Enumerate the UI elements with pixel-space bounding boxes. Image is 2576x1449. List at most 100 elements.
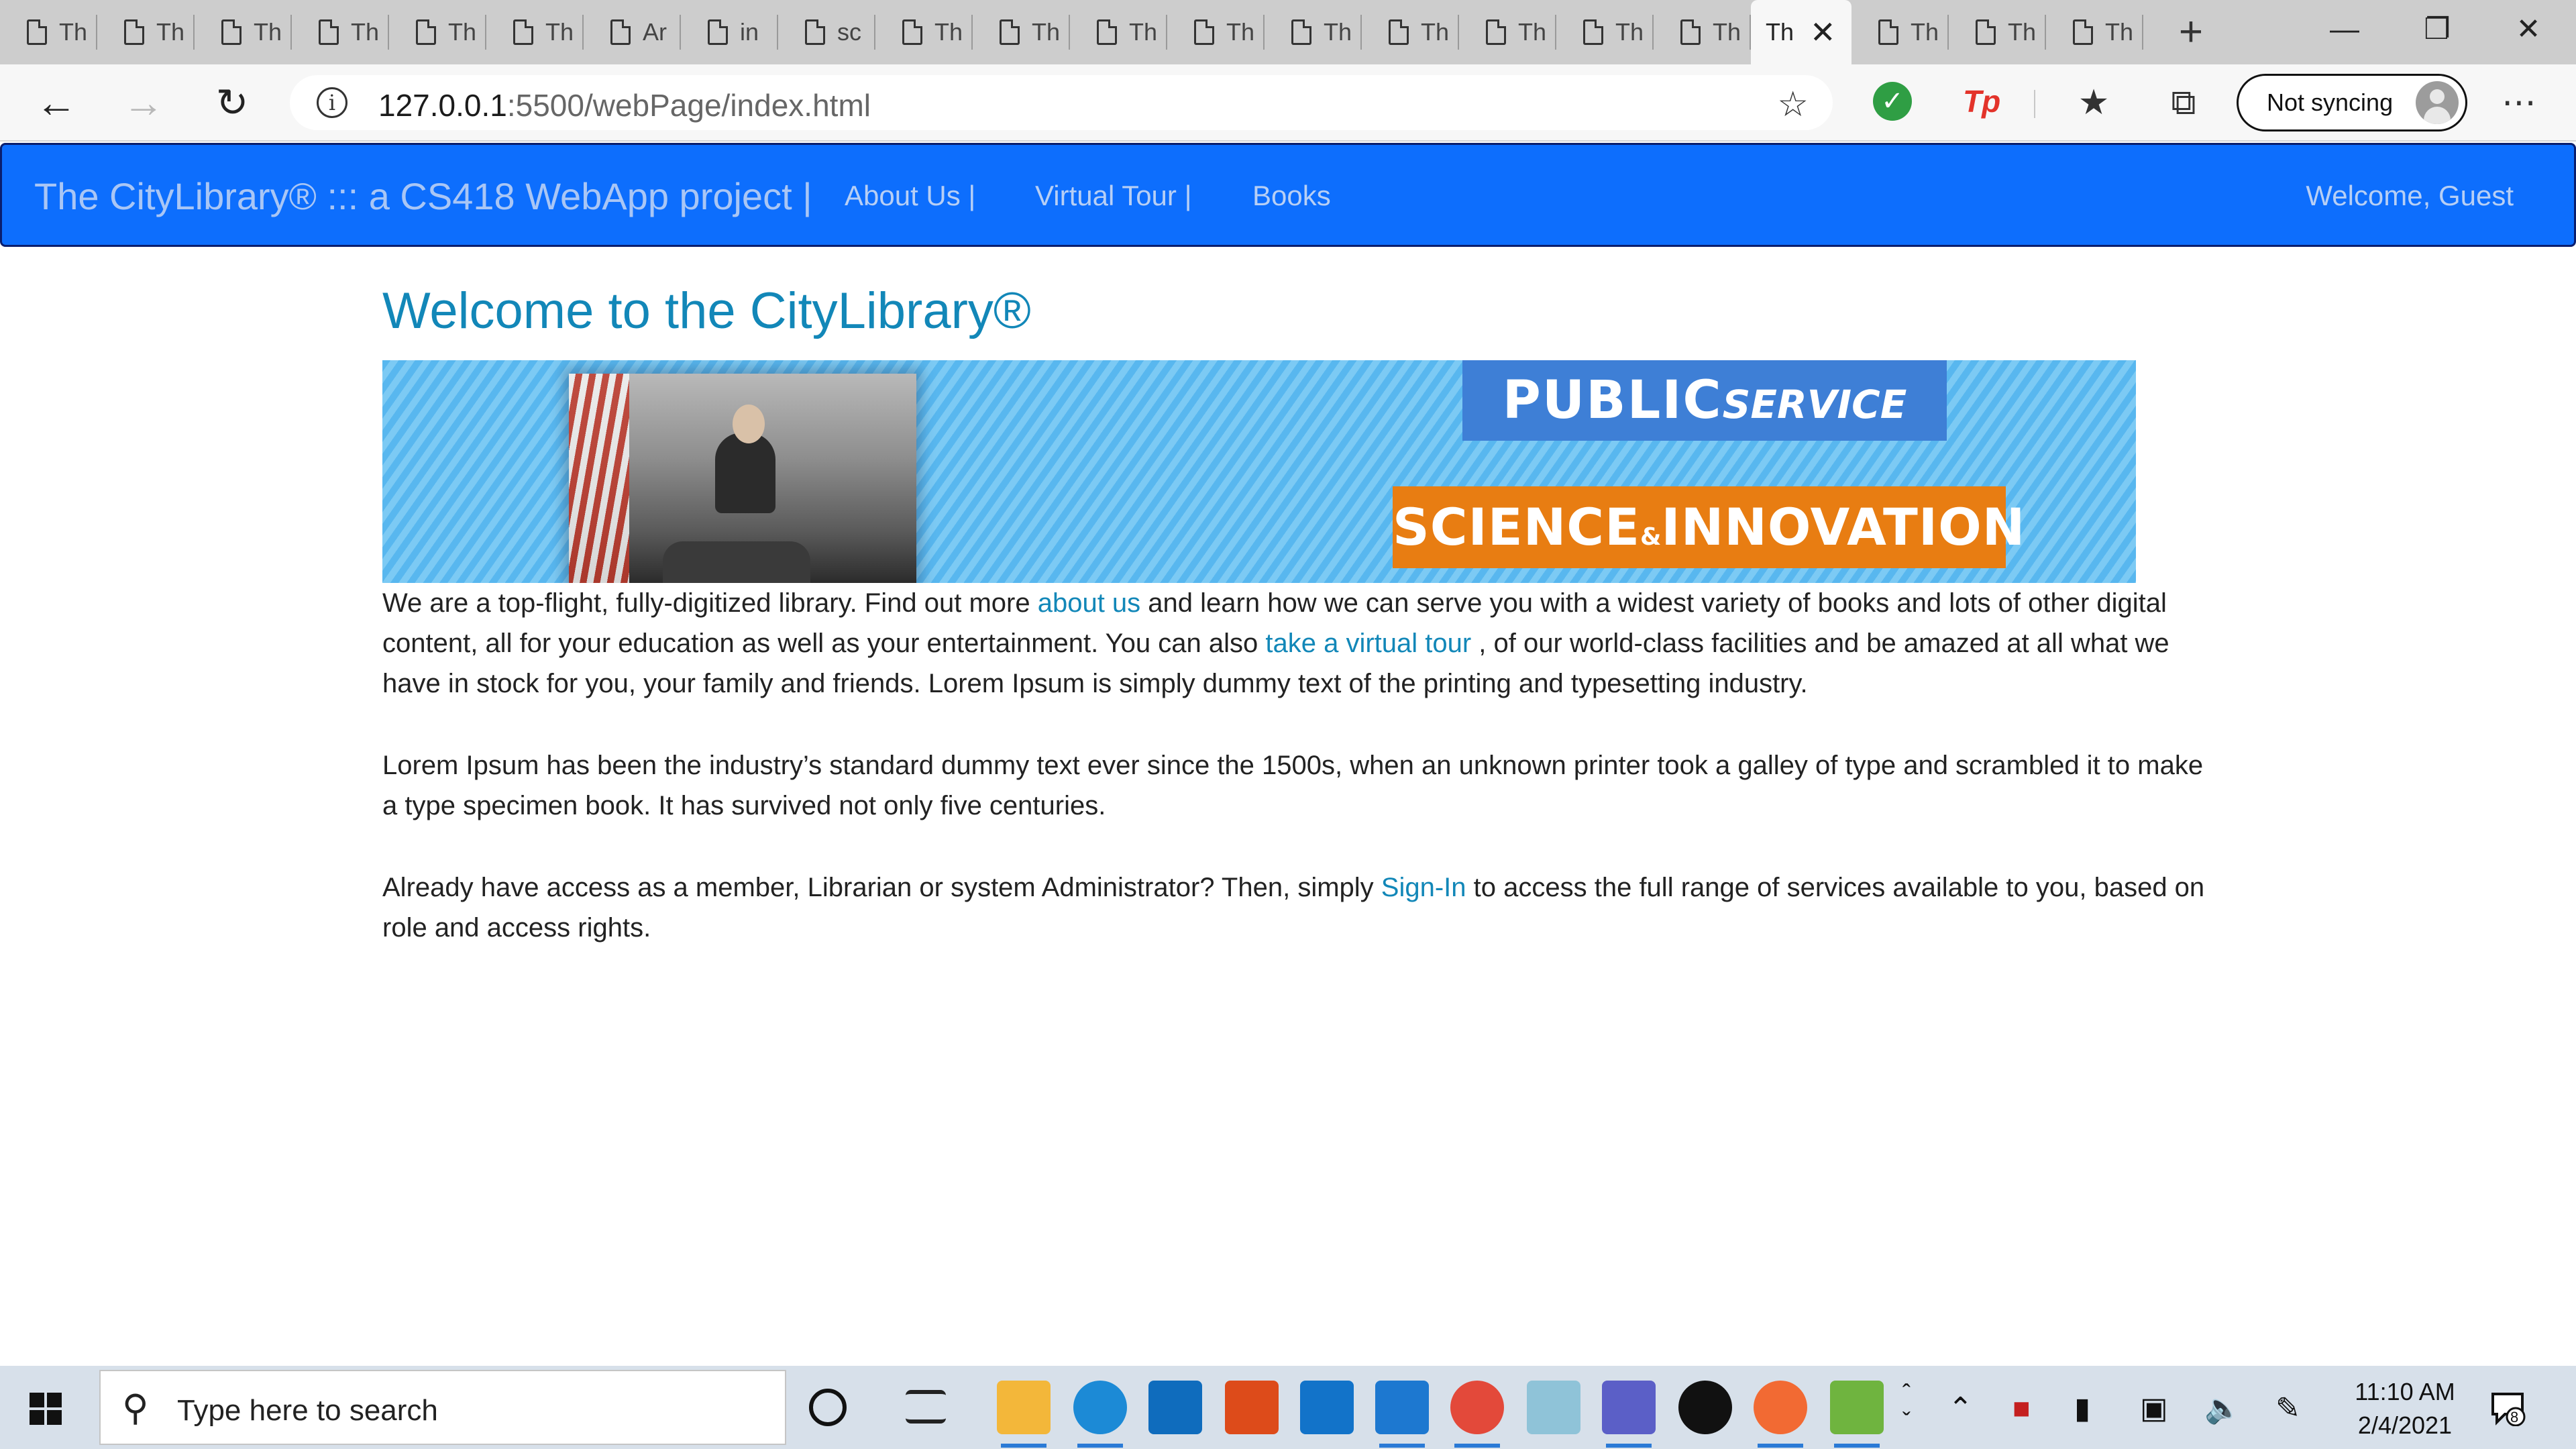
- task-view-icon[interactable]: [906, 1390, 946, 1424]
- browser-tab[interactable]: Th: [1654, 0, 1751, 64]
- github-icon[interactable]: [1678, 1381, 1732, 1434]
- url-path: :5500/webPage/index.html: [506, 88, 871, 123]
- nav-virtual-tour[interactable]: Virtual Tour |: [1035, 180, 1191, 212]
- browser-tab[interactable]: Th: [1949, 0, 2046, 64]
- browser-tab[interactable]: Th: [0, 0, 97, 64]
- tablet-app-icon[interactable]: [1527, 1381, 1580, 1434]
- browser-tab[interactable]: Th: [1362, 0, 1459, 64]
- browser-tab[interactable]: Th: [1265, 0, 1362, 64]
- taskbar: ⚲ Type here to search ˆˇ ⌃ ■ ▮ ▣ 🔈 ✎ 11:…: [0, 1366, 2576, 1449]
- page-icon: [610, 19, 631, 45]
- more-menu-icon[interactable]: ⋯: [2496, 79, 2542, 126]
- browser-tab[interactable]: Th: [486, 0, 584, 64]
- about-us-link[interactable]: about us: [1038, 588, 1140, 618]
- notification-center-icon[interactable]: 8: [2489, 1389, 2526, 1427]
- public-service-badge: PUBLICSERVICE: [1462, 360, 1947, 441]
- chrome-icon[interactable]: [1450, 1381, 1504, 1448]
- browser-toolbar: ← → ↻ i 127.0.0.1:5500/webPage/index.htm…: [0, 64, 2576, 142]
- browser-tab[interactable]: Ar: [584, 0, 681, 64]
- extension-tp-icon[interactable]: Tp: [1963, 82, 2002, 121]
- page-icon: [1976, 19, 1996, 45]
- browser-tab[interactable]: Th: [389, 0, 486, 64]
- cortana-icon[interactable]: [809, 1389, 847, 1426]
- tab-title: Th: [934, 18, 961, 46]
- page-icon: [1389, 19, 1409, 45]
- close-tab-icon[interactable]: ✕: [1810, 17, 1836, 48]
- favorites-icon[interactable]: ★: [2070, 79, 2117, 126]
- browser-tab[interactable]: Th: [973, 0, 1070, 64]
- office-icon[interactable]: [1225, 1381, 1279, 1434]
- tab-title: Th: [59, 18, 86, 46]
- postman-icon[interactable]: [1754, 1381, 1807, 1448]
- windows-start-icon[interactable]: [30, 1393, 62, 1425]
- sync-label: Not syncing: [2267, 89, 2394, 116]
- cortana-app-icon[interactable]: [1148, 1381, 1202, 1434]
- url-text[interactable]: 127.0.0.1:5500/webPage/index.html: [378, 87, 871, 123]
- browser-tab[interactable]: Th: [292, 0, 389, 64]
- battery-icon[interactable]: ▮: [2074, 1393, 2090, 1425]
- tab-title: Th: [2008, 18, 2035, 46]
- collections-icon[interactable]: ⧉: [2160, 79, 2207, 126]
- extension-check-icon[interactable]: ✓: [1873, 82, 1912, 121]
- tab-title: Th: [1129, 18, 1156, 46]
- badge-innovation-text: INNOVATION: [1661, 497, 2026, 557]
- outlook-icon[interactable]: [1300, 1381, 1354, 1434]
- search-icon: ⚲: [122, 1388, 149, 1428]
- minimize-button[interactable]: —: [2314, 9, 2375, 50]
- pen-workspace-icon[interactable]: ✎: [2275, 1393, 2300, 1425]
- teams-icon[interactable]: [1602, 1381, 1656, 1448]
- tab-title: in: [740, 18, 759, 46]
- site-brand[interactable]: The CityLibrary® ::: a CS418 WebApp proj…: [34, 174, 812, 218]
- tab-title: Th: [1032, 18, 1059, 46]
- page-icon: [902, 19, 922, 45]
- show-hidden-icons-icon[interactable]: ⌃: [1948, 1393, 1973, 1425]
- tab-title: Th: [254, 18, 280, 46]
- nav-about-us[interactable]: About Us |: [845, 180, 975, 212]
- taskbar-scroll-icon[interactable]: ˆˇ: [1902, 1379, 1911, 1436]
- active-browser-tab[interactable]: Th ✕: [1751, 0, 1851, 64]
- browser-tab[interactable]: sc: [778, 0, 875, 64]
- close-window-button[interactable]: ✕: [2498, 9, 2559, 50]
- browser-tab[interactable]: Th: [1556, 0, 1654, 64]
- security-app-icon[interactable]: ■: [2012, 1393, 2031, 1425]
- back-button[interactable]: ←: [31, 78, 82, 129]
- paint-app-icon[interactable]: [1830, 1381, 1884, 1448]
- page-icon: [221, 19, 241, 45]
- browser-tab[interactable]: Th: [195, 0, 292, 64]
- site-info-icon[interactable]: i: [317, 87, 347, 118]
- tab-title: Ar: [643, 18, 667, 46]
- badge-public-text: PUBLIC: [1502, 370, 1723, 431]
- refresh-button[interactable]: ↻: [207, 78, 258, 129]
- browser-tab[interactable]: in: [681, 0, 778, 64]
- forward-button[interactable]: →: [118, 78, 169, 129]
- browser-tab[interactable]: Th: [1167, 0, 1265, 64]
- browser-tab[interactable]: Th: [97, 0, 195, 64]
- browser-tab[interactable]: Th: [875, 0, 973, 64]
- tab-title: sc: [837, 18, 861, 46]
- browser-tab[interactable]: Th: [1070, 0, 1167, 64]
- volume-icon[interactable]: 🔈: [2204, 1393, 2241, 1425]
- url-host: 127.0.0.1: [378, 88, 507, 123]
- sign-in-link[interactable]: Sign-In: [1381, 873, 1466, 902]
- podium-graphic: [663, 541, 810, 583]
- file-explorer-icon[interactable]: [997, 1381, 1051, 1448]
- taskbar-search-box[interactable]: ⚲ Type here to search: [99, 1370, 786, 1445]
- notification-count: 8: [2510, 1409, 2519, 1426]
- vscode-icon[interactable]: [1375, 1381, 1429, 1448]
- page-icon: [2073, 19, 2093, 45]
- new-tab-button[interactable]: +: [2171, 11, 2211, 53]
- network-icon[interactable]: ▣: [2140, 1393, 2168, 1425]
- browser-tab[interactable]: Th: [1851, 0, 1949, 64]
- system-clock[interactable]: 11:10 AM 2/4/2021: [2348, 1375, 2462, 1442]
- address-bar[interactable]: i 127.0.0.1:5500/webPage/index.html ☆: [290, 75, 1833, 130]
- restore-button[interactable]: ❐: [2407, 9, 2467, 50]
- add-favorite-icon[interactable]: ☆: [1777, 85, 1809, 125]
- browser-tab[interactable]: Th: [1459, 0, 1556, 64]
- virtual-tour-link[interactable]: take a virtual tour: [1265, 629, 1471, 658]
- browser-tab[interactable]: Th: [2046, 0, 2143, 64]
- nav-books[interactable]: Books: [1252, 180, 1331, 212]
- banner-photo: [569, 374, 916, 583]
- profile-sync-button[interactable]: Not syncing: [2237, 74, 2467, 131]
- edge-icon[interactable]: [1073, 1381, 1127, 1448]
- browser-tab-strip: Th Th Th Th Th Th Ar in sc Th Th Th Th T…: [0, 0, 2576, 64]
